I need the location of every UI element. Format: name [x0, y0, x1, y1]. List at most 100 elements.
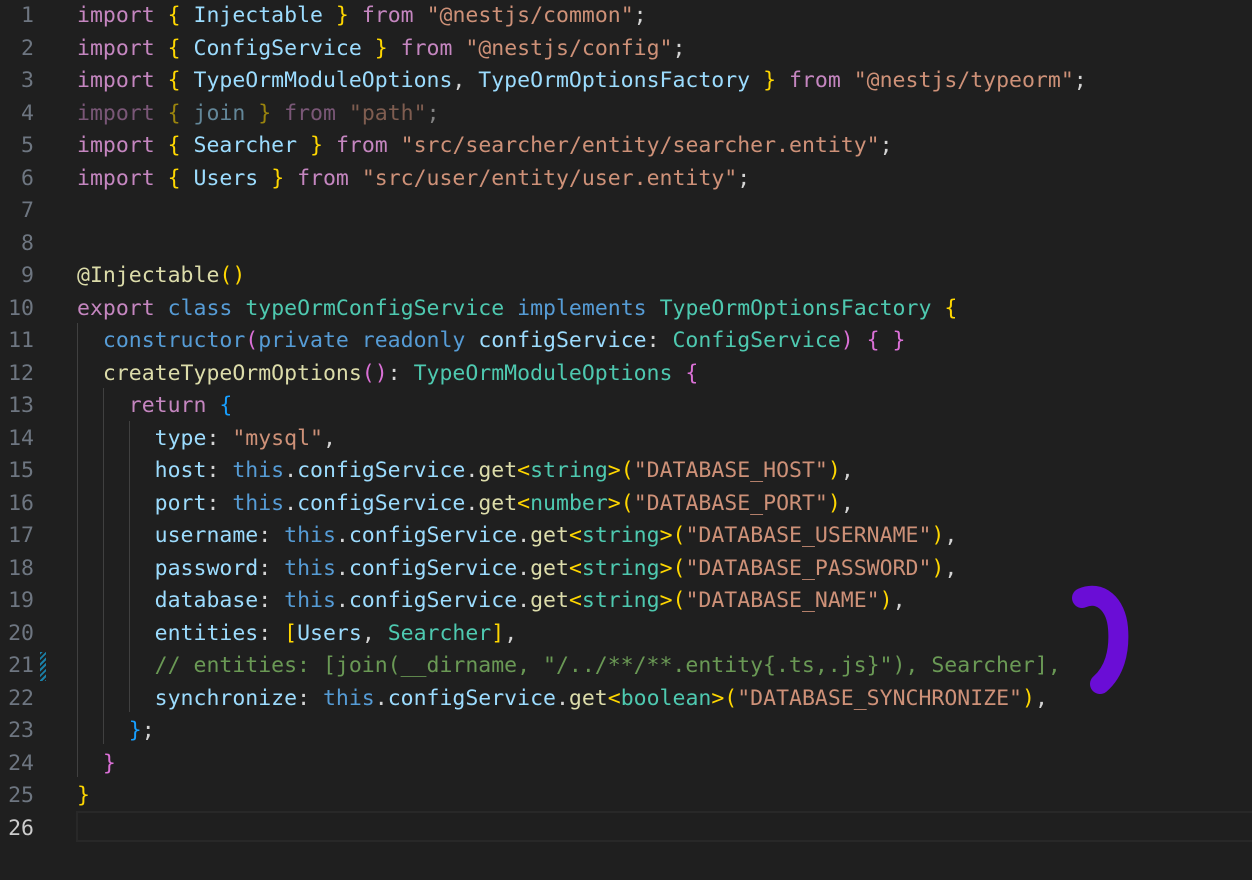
- line-number: 6: [21, 165, 34, 191]
- code-token: type: [154, 425, 207, 451]
- line-code[interactable]: export class typeOrmConfigService implem…: [77, 293, 957, 326]
- line-number: 20: [8, 620, 34, 646]
- code-token: number: [530, 490, 608, 516]
- code-token: ,: [452, 68, 479, 93]
- code-token: }: [258, 100, 272, 126]
- code-token: password: [154, 555, 259, 581]
- code-token: }: [374, 35, 388, 61]
- code-token: configService: [297, 490, 466, 516]
- code-token: :: [206, 425, 233, 451]
- line-code[interactable]: import { Injectable } from "@nestjs/comm…: [77, 0, 647, 33]
- code-token: configService: [297, 458, 466, 483]
- line-number: 15: [8, 458, 34, 483]
- line-code[interactable]: import { Users } from "src/user/entity/u…: [77, 163, 750, 196]
- code-token: <: [568, 523, 582, 548]
- line-code[interactable]: import { join } from "path";: [77, 98, 440, 131]
- line-number: 5: [21, 133, 34, 158]
- code-token: import: [77, 165, 155, 191]
- code-token: .: [555, 685, 569, 711]
- code-token: :: [258, 588, 285, 613]
- code-token: {: [167, 100, 181, 126]
- code-token: ;: [737, 165, 751, 191]
- code-token: .: [335, 555, 349, 581]
- code-token: >: [659, 523, 673, 548]
- line-number: 2: [21, 35, 34, 61]
- line-code[interactable]: database: this.configService.get<string>…: [77, 585, 906, 618]
- code-token: { }: [866, 328, 906, 353]
- code-token: ,: [944, 523, 958, 548]
- line-code[interactable]: // entities: [join(__dirname, "/../**/**…: [77, 650, 1061, 683]
- line-code[interactable]: username: this.configService.get<string>…: [77, 520, 958, 553]
- line-number: 17: [8, 523, 34, 548]
- line-code[interactable]: password: this.configService.get<string>…: [77, 553, 958, 586]
- line-code[interactable]: entities: [Users, Searcher],: [77, 618, 518, 651]
- code-token: (: [724, 685, 738, 711]
- code-token: get: [478, 490, 518, 516]
- code-token: ): [931, 523, 945, 548]
- code-token: TypeOrmOptionsFactory: [659, 295, 932, 321]
- code-token: ,: [1034, 685, 1048, 711]
- code-editor[interactable]: 1 import { Injectable } from "@nestjs/com…: [0, 0, 1252, 880]
- line-code[interactable]: @Injectable(): [77, 260, 245, 293]
- code-token: .: [284, 490, 298, 516]
- line-code[interactable]: synchronize: this.configService.get<bool…: [77, 683, 1048, 716]
- code-token: "DATABASE_SYNCHRONIZE": [737, 685, 1023, 711]
- line-number: 3: [21, 68, 34, 93]
- line-number: 1: [21, 3, 34, 28]
- line-code[interactable]: createTypeOrmOptions(): TypeOrmModuleOpt…: [77, 358, 698, 391]
- code-token: {: [167, 133, 181, 158]
- code-token: from: [400, 35, 453, 61]
- line-code[interactable]: import { ConfigService } from "@nestjs/c…: [77, 33, 685, 66]
- line-code[interactable]: };: [77, 715, 155, 748]
- line-code[interactable]: port: this.configService.get<number>("DA…: [77, 488, 854, 521]
- line-code[interactable]: type: "mysql",: [77, 423, 336, 456]
- code-token: entities: [154, 620, 259, 646]
- code-token: .: [335, 523, 349, 548]
- code-token: }: [310, 133, 323, 158]
- code-token: "DATABASE_PASSWORD": [685, 555, 932, 581]
- modified-line-gutter-marker[interactable]: [40, 652, 46, 681]
- code-token: >: [607, 490, 621, 516]
- code-token: >: [659, 555, 673, 581]
- code-token: }: [77, 783, 90, 808]
- code-token: synchronize: [154, 685, 298, 711]
- code-token: "src/user/entity/user.entity": [361, 165, 738, 191]
- code-token: get: [530, 523, 569, 548]
- code-token: export: [77, 295, 155, 321]
- code-token: Users: [297, 620, 362, 646]
- code-token: createTypeOrmOptions: [102, 360, 362, 386]
- line-code[interactable]: return {: [77, 390, 233, 423]
- code-token: implements: [517, 295, 647, 321]
- line-code[interactable]: }: [77, 780, 90, 813]
- code-token: ;: [672, 35, 686, 61]
- code-token: ,: [361, 620, 388, 646]
- code-token: <: [607, 685, 621, 711]
- code-token: :: [258, 555, 285, 581]
- code-token: >: [607, 458, 621, 483]
- code-token: ;: [633, 3, 647, 28]
- line-number: 4: [21, 100, 34, 126]
- line-number: 19: [8, 588, 34, 613]
- code-token: ,: [840, 458, 854, 483]
- line-number: 10: [8, 295, 34, 321]
- line-code[interactable]: }: [77, 748, 116, 781]
- code-token: {: [167, 35, 181, 61]
- code-token: TypeOrmOptionsFactory: [478, 68, 764, 93]
- code-token: :: [297, 685, 323, 711]
- line-code[interactable]: import { TypeOrmModuleOptions, TypeOrmOp…: [77, 65, 1087, 98]
- line-code[interactable]: constructor(private readonly configServi…: [77, 325, 906, 358]
- code-token: configService: [348, 523, 518, 548]
- code-token: from: [297, 165, 349, 191]
- line-code[interactable]: host: this.configService.get<string>("DA…: [77, 455, 854, 488]
- line-code[interactable]: import { Searcher } from "src/searcher/e…: [77, 130, 893, 163]
- code-token: {: [167, 3, 181, 28]
- code-token: (): [219, 263, 246, 288]
